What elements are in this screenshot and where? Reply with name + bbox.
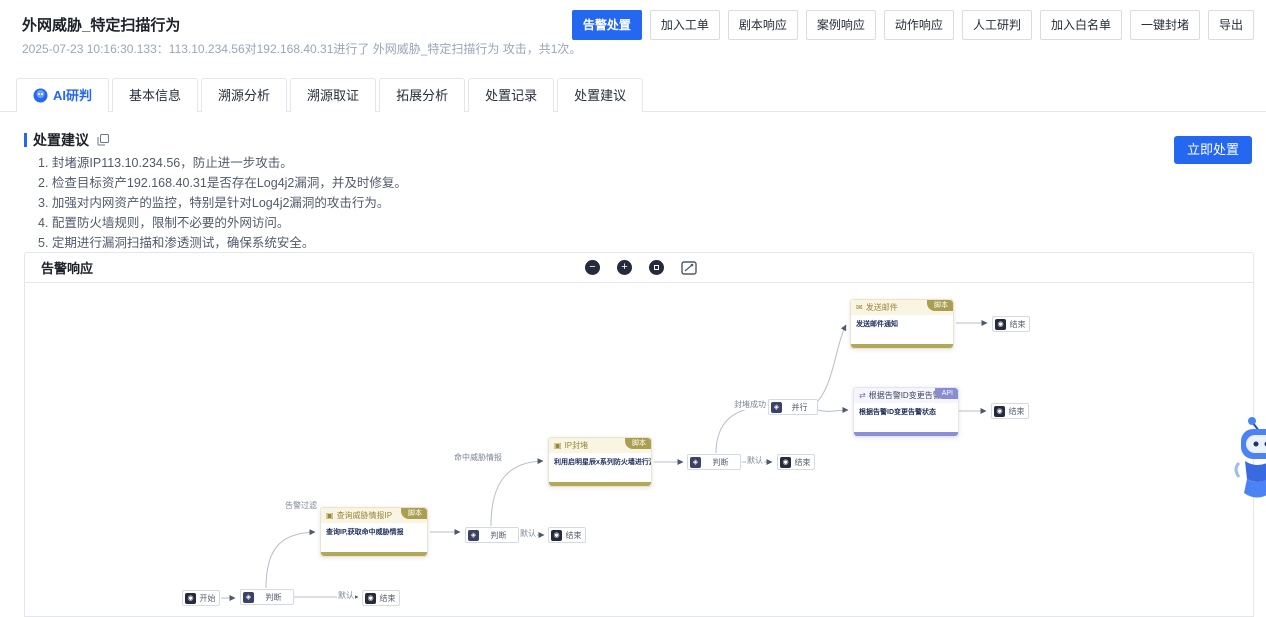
tab-dispose-record[interactable]: 处置记录 xyxy=(468,78,554,112)
tab-bar: AI研判 基本信息 溯源分析 溯源取证 拓展分析 处置记录 处置建议 xyxy=(0,78,1266,112)
card-accent-bar xyxy=(321,552,427,556)
flow-card-ip-block[interactable]: ▣ IP封堵 脚本 利用启明星辰x系列防火墙进行源IP封堵 xyxy=(548,437,652,487)
node-type-tag: API xyxy=(935,388,958,399)
parallel-icon: ◈ xyxy=(771,402,782,413)
section-accent-bar xyxy=(24,133,27,147)
tab-dispose-suggestion[interactable]: 处置建议 xyxy=(557,78,643,112)
flow-node-end[interactable]: ◉ 结束 xyxy=(777,454,815,470)
flow-node-judge[interactable]: ◈ 判断 xyxy=(240,589,294,605)
playbook-response-button[interactable]: 剧本响应 xyxy=(728,10,798,40)
card-accent-bar xyxy=(549,482,651,486)
start-icon: ◉ xyxy=(185,593,196,604)
suggestion-list: 1. 封堵源IP113.10.234.56，防止进一步攻击。 2. 检查目标资产… xyxy=(38,153,407,253)
suggestion-item: 5. 定期进行漏洞扫描和渗透测试，确保系统安全。 xyxy=(38,233,407,253)
end-icon: ◉ xyxy=(551,530,562,541)
edge-label-default: 默认 xyxy=(519,528,537,539)
dispose-now-button[interactable]: 立即处置 xyxy=(1174,136,1252,164)
canvas-controls: − + xyxy=(585,260,697,275)
alert-response-panel: 告警响应 − + xyxy=(24,252,1254,617)
end-icon: ◉ xyxy=(780,457,791,468)
component-icon: ▣ xyxy=(326,512,334,520)
edge-label-default: 默认 xyxy=(337,590,355,601)
flow-node-end[interactable]: ◉ 结束 xyxy=(362,590,400,606)
manual-judge-button[interactable]: 人工研判 xyxy=(962,10,1032,40)
tab-ai-judgement[interactable]: AI研判 xyxy=(16,78,109,112)
suggestion-item: 1. 封堵源IP113.10.234.56，防止进一步攻击。 xyxy=(38,153,407,173)
alert-summary: 2025-07-23 10:16:30.133：113.10.234.56对19… xyxy=(22,40,581,57)
action-response-button[interactable]: 动作响应 xyxy=(884,10,954,40)
flow-card-query-intel[interactable]: ▣ 查询威胁情报IP 脚本 查询IP,获取命中威胁情报 xyxy=(320,507,428,557)
suggestion-item: 4. 配置防火墙规则，限制不必要的外网访问。 xyxy=(38,213,407,233)
suggestion-item: 2. 检查目标资产192.168.40.31是否存在Log4j2漏洞，并及时修复… xyxy=(38,173,407,193)
alert-response-title: 告警响应 xyxy=(41,258,93,277)
export-button[interactable]: 导出 xyxy=(1208,10,1254,40)
card-accent-bar xyxy=(854,432,958,436)
page-title: 外网威胁_特定扫描行为 xyxy=(22,14,180,35)
header-actions: 告警处置 加入工单 剧本响应 案例响应 动作响应 人工研判 加入白名单 一键封堵… xyxy=(572,10,1254,40)
end-icon: ◉ xyxy=(365,593,376,604)
node-type-tag: 脚本 xyxy=(927,300,953,311)
zoom-out-icon[interactable]: − xyxy=(585,260,600,275)
tab-trace-analysis[interactable]: 溯源分析 xyxy=(201,78,287,112)
tab-trace-evidence[interactable]: 溯源取证 xyxy=(290,78,376,112)
fit-screen-icon[interactable] xyxy=(649,260,664,275)
zoom-in-icon[interactable]: + xyxy=(617,260,632,275)
flow-node-judge[interactable]: ◈ 判断 xyxy=(465,527,519,543)
api-icon: ⇄ xyxy=(859,392,866,400)
edge-label-alert-filter: 告警过滤 xyxy=(284,500,318,511)
add-ticket-button[interactable]: 加入工单 xyxy=(650,10,720,40)
mascot-robot[interactable] xyxy=(1233,415,1266,505)
alert-response-header: 告警响应 − + xyxy=(25,253,1253,283)
suggestion-item: 3. 加强对内网资产的监控，特别是针对Log4j2漏洞的攻击行为。 xyxy=(38,193,407,213)
flow-card-update-alert-status[interactable]: ⇄ 根据告警ID变更告警状态 API 根据告警ID变更告警状态 xyxy=(853,387,959,437)
ai-robot-icon xyxy=(33,88,48,103)
copy-icon[interactable] xyxy=(97,134,109,146)
edge-label-block-success: 封堵成功 xyxy=(733,399,767,410)
flow-node-end[interactable]: ◉ 结束 xyxy=(992,316,1030,332)
end-icon: ◉ xyxy=(994,406,1005,417)
minimap-icon[interactable] xyxy=(681,261,697,275)
component-icon: ▣ xyxy=(554,442,562,450)
flow-node-end[interactable]: ◉ 结束 xyxy=(548,527,586,543)
flow-node-parallel[interactable]: ◈ 并行 xyxy=(768,399,818,415)
mail-icon: ✉ xyxy=(856,304,863,312)
judge-icon: ◈ xyxy=(690,457,701,468)
flow-card-send-mail[interactable]: ✉ 发送邮件 脚本 发送邮件通知 xyxy=(850,299,954,349)
suggestion-section-title: 处置建议 xyxy=(24,130,109,150)
flow-node-start[interactable]: ◉ 开始 xyxy=(182,590,220,606)
alert-detail-page: 外网威胁_特定扫描行为 2025-07-23 10:16:30.133：113.… xyxy=(0,0,1266,617)
judge-icon: ◈ xyxy=(243,592,254,603)
node-type-tag: 脚本 xyxy=(401,508,427,519)
flow-node-end[interactable]: ◉ 结束 xyxy=(991,403,1029,419)
alert-dispose-button[interactable]: 告警处置 xyxy=(572,10,642,40)
judge-icon: ◈ xyxy=(468,530,479,541)
tab-extend-analysis[interactable]: 拓展分析 xyxy=(379,78,465,112)
edge-label-hit-intel: 命中威胁情报 xyxy=(453,452,503,463)
one-click-block-button[interactable]: 一键封堵 xyxy=(1130,10,1200,40)
add-whitelist-button[interactable]: 加入白名单 xyxy=(1040,10,1122,40)
end-icon: ◉ xyxy=(995,319,1006,330)
card-accent-bar xyxy=(851,344,953,348)
tab-basic-info[interactable]: 基本信息 xyxy=(112,78,198,112)
node-type-tag: 脚本 xyxy=(625,438,651,449)
case-response-button[interactable]: 案例响应 xyxy=(806,10,876,40)
edge-label-default: 默认 xyxy=(746,455,764,466)
flow-node-judge[interactable]: ◈ 判断 xyxy=(687,454,741,470)
